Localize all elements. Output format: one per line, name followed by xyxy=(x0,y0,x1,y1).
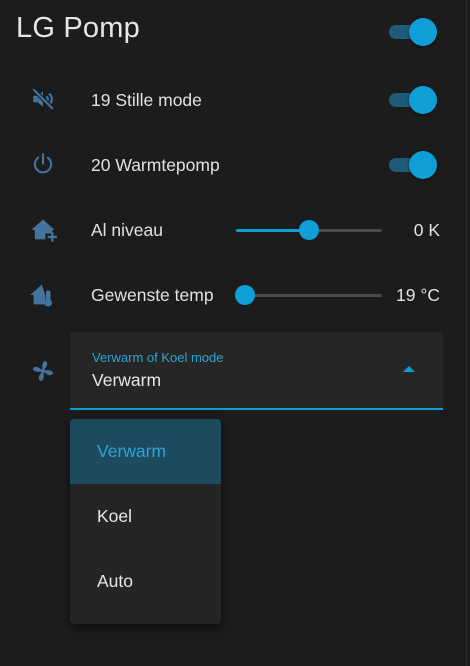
volume-off-icon xyxy=(28,84,58,114)
option-koel[interactable]: Koel xyxy=(70,484,221,549)
home-thermometer-icon xyxy=(28,280,58,310)
option-auto[interactable]: Auto xyxy=(70,549,221,614)
master-toggle[interactable] xyxy=(389,16,437,46)
row-label-stille-mode: 19 Stille mode xyxy=(91,90,202,110)
power-icon xyxy=(28,149,58,179)
select-value: Verwarm xyxy=(92,370,162,390)
select-dropdown-menu: Verwarm Koel Auto xyxy=(70,419,221,624)
al-niveau-value: 0 K xyxy=(413,220,440,240)
mode-select[interactable]: Verwarm of Koel mode Verwarm xyxy=(70,332,443,410)
stille-mode-toggle[interactable] xyxy=(389,84,437,114)
gewenste-temp-slider[interactable] xyxy=(235,283,382,307)
toggle-knob xyxy=(409,86,437,114)
row-label-warmtepomp: 20 Warmtepomp xyxy=(91,155,220,175)
gewenste-temp-value: 19 °C xyxy=(396,285,440,305)
row-label-al-niveau: Al niveau xyxy=(91,220,163,240)
row-label-gewenste-temp: Gewenste temp xyxy=(91,285,214,305)
toggle-knob xyxy=(409,151,437,179)
select-label: Verwarm of Koel mode xyxy=(92,350,224,365)
caret-up-icon[interactable] xyxy=(403,366,415,372)
slider-thumb[interactable] xyxy=(299,220,319,240)
option-verwarm[interactable]: Verwarm xyxy=(70,419,221,484)
warmtepomp-toggle[interactable] xyxy=(389,149,437,179)
slider-thumb[interactable] xyxy=(235,285,255,305)
toggle-knob xyxy=(409,18,437,46)
slider-rail xyxy=(245,294,382,297)
home-plus-icon xyxy=(28,215,58,245)
fan-icon xyxy=(28,356,58,386)
al-niveau-slider[interactable] xyxy=(236,218,382,242)
entities-card: LG Pomp 19 Stille mode 20 Warmtepomp Al … xyxy=(0,0,467,666)
card-title: LG Pomp xyxy=(16,12,140,44)
